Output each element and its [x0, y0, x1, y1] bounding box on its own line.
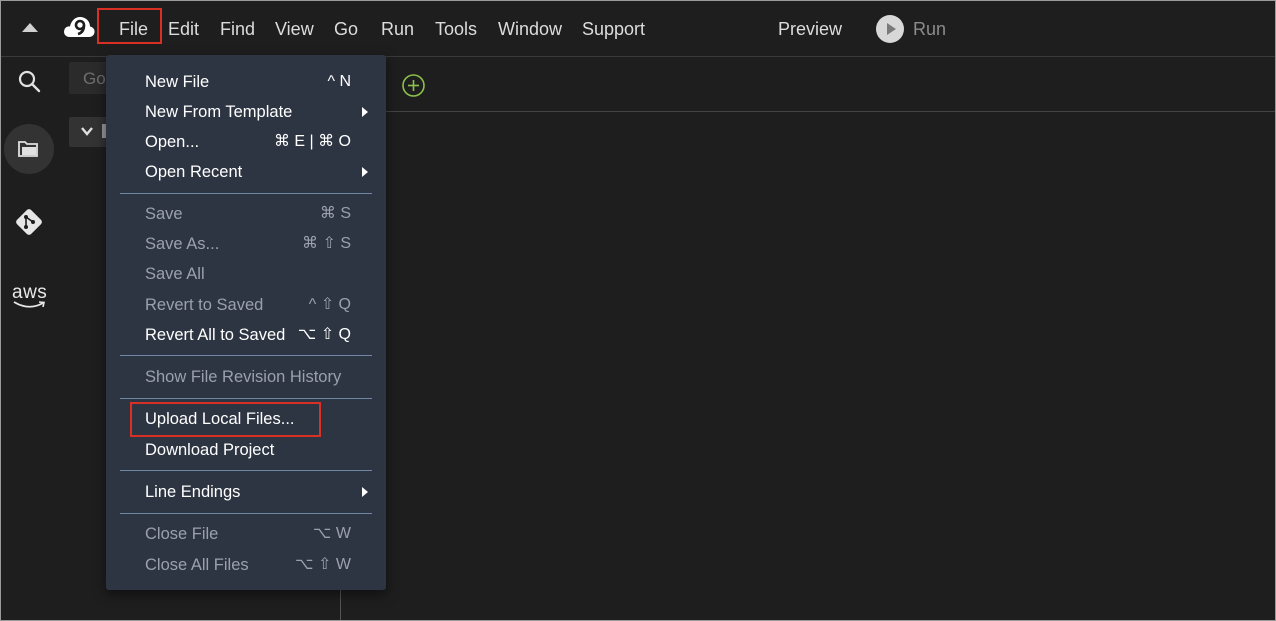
- ide-window: File Edit Find View Go Run Tools Window …: [0, 0, 1276, 621]
- shortcut-new-file: ^ N: [327, 73, 351, 90]
- menu-window[interactable]: Window: [498, 17, 562, 41]
- submenu-arrow-icon: [362, 107, 368, 117]
- menu-tools[interactable]: Tools: [435, 17, 477, 41]
- submenu-arrow-icon: [362, 487, 368, 497]
- menu-go[interactable]: Go: [334, 17, 358, 41]
- menu-view[interactable]: View: [275, 17, 314, 41]
- menu-item-new-file[interactable]: New File: [145, 71, 209, 93]
- menu-item-open[interactable]: Open...: [145, 131, 199, 153]
- menu-item-revert-to-saved[interactable]: Revert to Saved: [145, 294, 263, 316]
- menu-separator: [120, 470, 372, 471]
- shortcut-open: ⌘ E | ⌘ O: [273, 133, 351, 150]
- file-menu-highlight-box: [97, 8, 162, 44]
- shortcut-revert-all-to-saved: ⌥ ⇧ Q: [297, 326, 351, 343]
- shortcut-save-as: ⌘ ⇧ S: [302, 235, 351, 252]
- upload-highlight-box: [130, 402, 321, 437]
- menu-support[interactable]: Support: [582, 17, 645, 41]
- tab-bar-border: [341, 111, 1275, 112]
- menu-run[interactable]: Run: [381, 17, 414, 41]
- menu-separator: [120, 398, 372, 399]
- collapse-menu-arrow-icon[interactable]: [22, 23, 38, 32]
- menu-item-download-project[interactable]: Download Project: [145, 439, 274, 461]
- shortcut-revert-to-saved: ^ ⇧ Q: [308, 296, 351, 313]
- menu-item-line-endings[interactable]: Line Endings: [145, 481, 240, 503]
- menu-item-close-file[interactable]: Close File: [145, 523, 218, 545]
- search-icon[interactable]: [17, 69, 41, 93]
- add-tab-icon[interactable]: [401, 73, 426, 98]
- run-button[interactable]: Run: [913, 17, 946, 41]
- files-icon: [18, 141, 38, 157]
- chevron-down-icon[interactable]: [81, 126, 93, 136]
- goto-placeholder: Go: [83, 69, 106, 88]
- menu-item-new-from-template[interactable]: New From Template: [145, 101, 292, 123]
- shortcut-save: ⌘ S: [319, 205, 351, 222]
- git-icon[interactable]: [14, 207, 44, 237]
- menu-edit[interactable]: Edit: [168, 17, 199, 41]
- menu-item-close-all-files[interactable]: Close All Files: [145, 554, 249, 576]
- cloud9-logo-icon: [64, 17, 95, 37]
- menu-bar: File Edit Find View Go Run Tools Window …: [1, 1, 1275, 57]
- shortcut-close-all-files: ⌥ ⇧ W: [295, 556, 351, 573]
- menu-separator: [120, 355, 372, 356]
- menu-separator: [120, 513, 372, 514]
- menu-item-revert-all-to-saved[interactable]: Revert All to Saved: [145, 324, 285, 346]
- menu-find[interactable]: Find: [220, 17, 255, 41]
- menu-separator: [120, 193, 372, 194]
- preview-button[interactable]: Preview: [778, 17, 842, 41]
- shortcut-close-file: ⌥ W: [313, 525, 351, 542]
- menu-item-save-all[interactable]: Save All: [145, 263, 205, 285]
- aws-smile-icon: [13, 301, 45, 308]
- submenu-arrow-icon: [362, 167, 368, 177]
- menu-item-save-as[interactable]: Save As...: [145, 233, 219, 255]
- menu-item-open-recent[interactable]: Open Recent: [145, 161, 242, 183]
- run-play-icon[interactable]: [876, 15, 904, 43]
- menu-item-show-file-revision-history[interactable]: Show File Revision History: [145, 366, 341, 388]
- menu-item-save[interactable]: Save: [145, 203, 183, 225]
